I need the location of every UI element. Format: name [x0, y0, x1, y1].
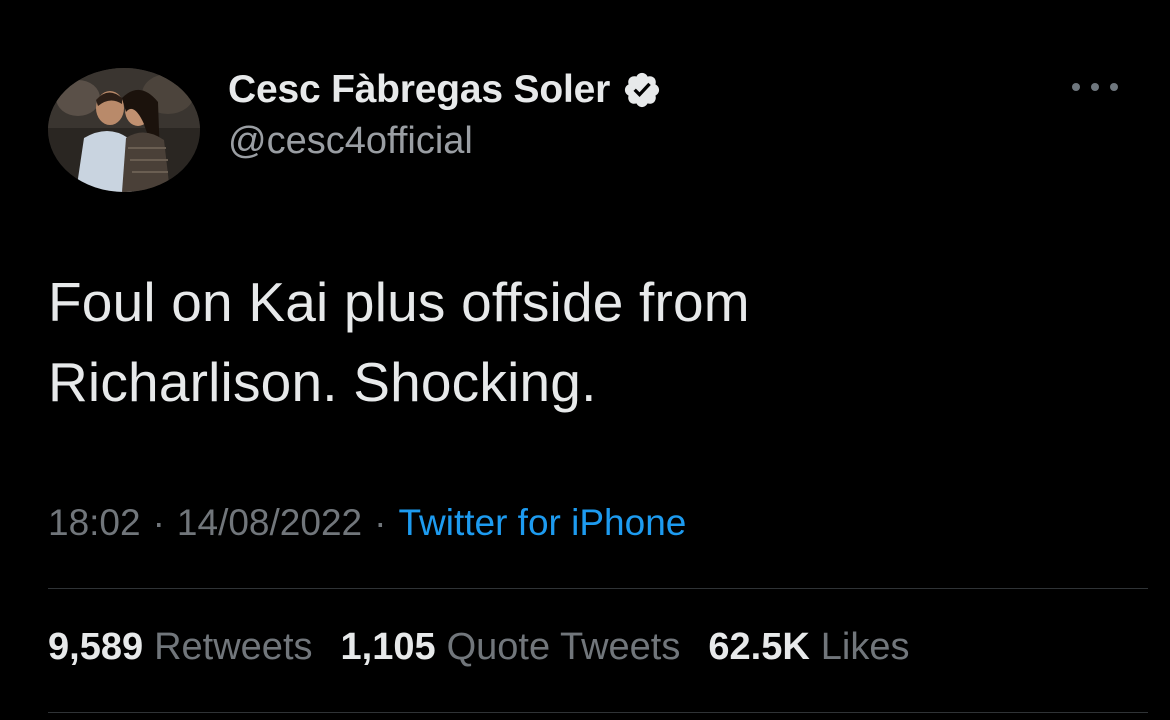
divider — [48, 588, 1148, 589]
more-options-icon[interactable] — [1072, 72, 1118, 102]
likes-label: Likes — [820, 626, 910, 668]
retweets-label: Retweets — [154, 626, 313, 668]
tweet-text-line: Foul on Kai plus offside from — [48, 271, 750, 333]
avatar[interactable] — [48, 68, 200, 192]
avatar-photo — [48, 68, 200, 192]
divider — [48, 712, 1148, 713]
tweet-text-line: Richarlison. Shocking. — [48, 351, 597, 413]
quote-tweets-stat[interactable]: 1,105 Quote Tweets — [341, 626, 681, 669]
meta-separator: · — [152, 502, 165, 543]
more-dot — [1091, 83, 1099, 91]
retweets-stat[interactable]: 9,589 Retweets — [48, 626, 313, 669]
tweet-card: Cesc Fàbregas Soler @cesc4official Foul … — [0, 0, 1170, 720]
tweet-meta: 18:02 · 14/08/2022 · Twitter for iPhone — [48, 502, 686, 544]
quote-tweets-label: Quote Tweets — [446, 626, 681, 668]
tweet-date[interactable]: 14/08/2022 — [177, 502, 362, 544]
tweet-stats: 9,589 Retweets 1,105 Quote Tweets 62.5K … — [48, 626, 938, 669]
author-name-row[interactable]: Cesc Fàbregas Soler — [228, 66, 662, 114]
more-dot — [1072, 83, 1080, 91]
verified-badge-icon — [622, 70, 662, 110]
retweets-count: 9,589 — [48, 626, 144, 668]
quote-tweets-count: 1,105 — [340, 626, 436, 668]
likes-stat[interactable]: 62.5K Likes — [708, 626, 909, 669]
tweet-time[interactable]: 18:02 — [48, 502, 141, 544]
more-dot — [1110, 83, 1118, 91]
tweet-text: Foul on Kai plus offside from Richarliso… — [48, 262, 1048, 422]
author-display-name[interactable]: Cesc Fàbregas Soler — [228, 68, 610, 112]
meta-separator: · — [374, 502, 387, 543]
author-handle[interactable]: @cesc4official — [228, 120, 473, 163]
likes-count: 62.5K — [708, 626, 810, 668]
tweet-source-link[interactable]: Twitter for iPhone — [398, 502, 686, 544]
